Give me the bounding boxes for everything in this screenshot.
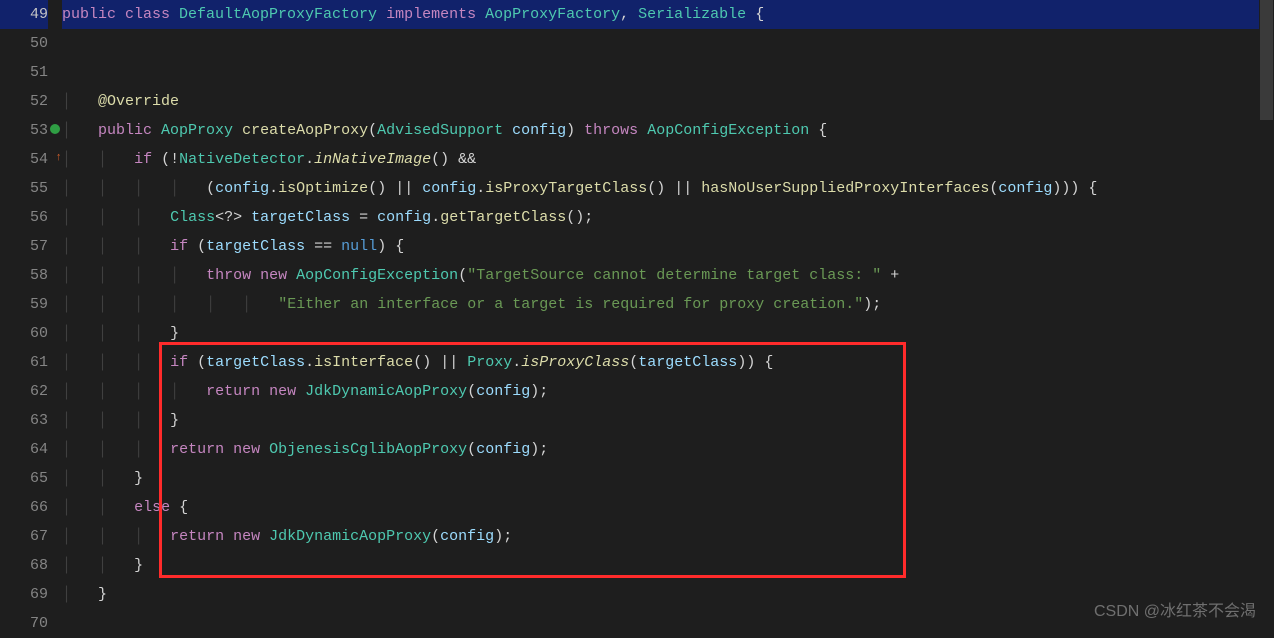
line-number: 63	[30, 412, 48, 429]
override-gutter-icon[interactable]: ↑	[50, 116, 60, 174]
code-line[interactable]: │ │ │ │ (config.isOptimize() || config.i…	[62, 174, 1274, 203]
line-number: 69	[30, 586, 48, 603]
line-number: 57	[30, 238, 48, 255]
line-number: 68	[30, 557, 48, 574]
line-number: 66	[30, 499, 48, 516]
line-number: 58	[30, 267, 48, 284]
scrollbar-thumb[interactable]	[1260, 0, 1273, 120]
line-number: 59	[30, 296, 48, 313]
code-line[interactable]: │ │ │ return new JdkDynamicAopProxy(conf…	[62, 522, 1274, 551]
line-number: 65	[30, 470, 48, 487]
line-number: 53	[30, 122, 48, 139]
line-number: 60	[30, 325, 48, 342]
line-number: 54	[30, 151, 48, 168]
line-number: 61	[30, 354, 48, 371]
line-number: 62	[30, 383, 48, 400]
code-line[interactable]: │ │ │ │ │ │ "Either an interface or a ta…	[62, 290, 1274, 319]
code-editor[interactable]: 49 50 51 52 53↑54 55 56 57 58 59 60 61 62 63 64 65 66 67 6…	[0, 0, 1274, 636]
code-line[interactable]: │ public AopProxy createAopProxy(Advised…	[62, 116, 1274, 145]
code-line[interactable]: │ │ │ }	[62, 406, 1274, 435]
line-number: 64	[30, 441, 48, 458]
line-number: 52	[30, 93, 48, 110]
vertical-scrollbar[interactable]	[1259, 0, 1274, 636]
code-line[interactable]: │ │ │ }	[62, 319, 1274, 348]
code-line[interactable]: │ │ if (!NativeDetector.inNativeImage() …	[62, 145, 1274, 174]
code-line[interactable]: │ │ │ return new ObjenesisCglibAopProxy(…	[62, 435, 1274, 464]
line-number: 67	[30, 528, 48, 545]
code-line[interactable]: │ │ │ Class<?> targetClass = config.getT…	[62, 203, 1274, 232]
code-area[interactable]: public class DefaultAopProxyFactory impl…	[62, 0, 1274, 636]
code-line[interactable]: │ │ │ if (targetClass.isInterface() || P…	[62, 348, 1274, 377]
code-line[interactable]	[62, 609, 1274, 638]
code-line[interactable]: │ │ }	[62, 551, 1274, 580]
line-number: 70	[30, 615, 48, 632]
line-number: 50	[30, 35, 48, 52]
code-line[interactable]: │ │ │ │ throw new AopConfigException("Ta…	[62, 261, 1274, 290]
code-line[interactable]: │ @Override	[62, 87, 1274, 116]
line-number: 56	[30, 209, 48, 226]
code-line[interactable]: │ │ }	[62, 464, 1274, 493]
code-line[interactable]: public class DefaultAopProxyFactory impl…	[62, 0, 1274, 29]
code-line[interactable]: │ │ else {	[62, 493, 1274, 522]
code-line[interactable]	[62, 29, 1274, 58]
line-number-gutter: 49 50 51 52 53↑54 55 56 57 58 59 60 61 62 63 64 65 66 67 6…	[0, 0, 62, 636]
code-line[interactable]	[62, 58, 1274, 87]
code-line[interactable]: │ │ │ │ return new JdkDynamicAopProxy(co…	[62, 377, 1274, 406]
line-number: 51	[30, 64, 48, 81]
line-number: 49	[30, 6, 48, 23]
line-number: 55	[30, 180, 48, 197]
code-line[interactable]: │ │ │ if (targetClass == null) {	[62, 232, 1274, 261]
code-line[interactable]: │ }	[62, 580, 1274, 609]
